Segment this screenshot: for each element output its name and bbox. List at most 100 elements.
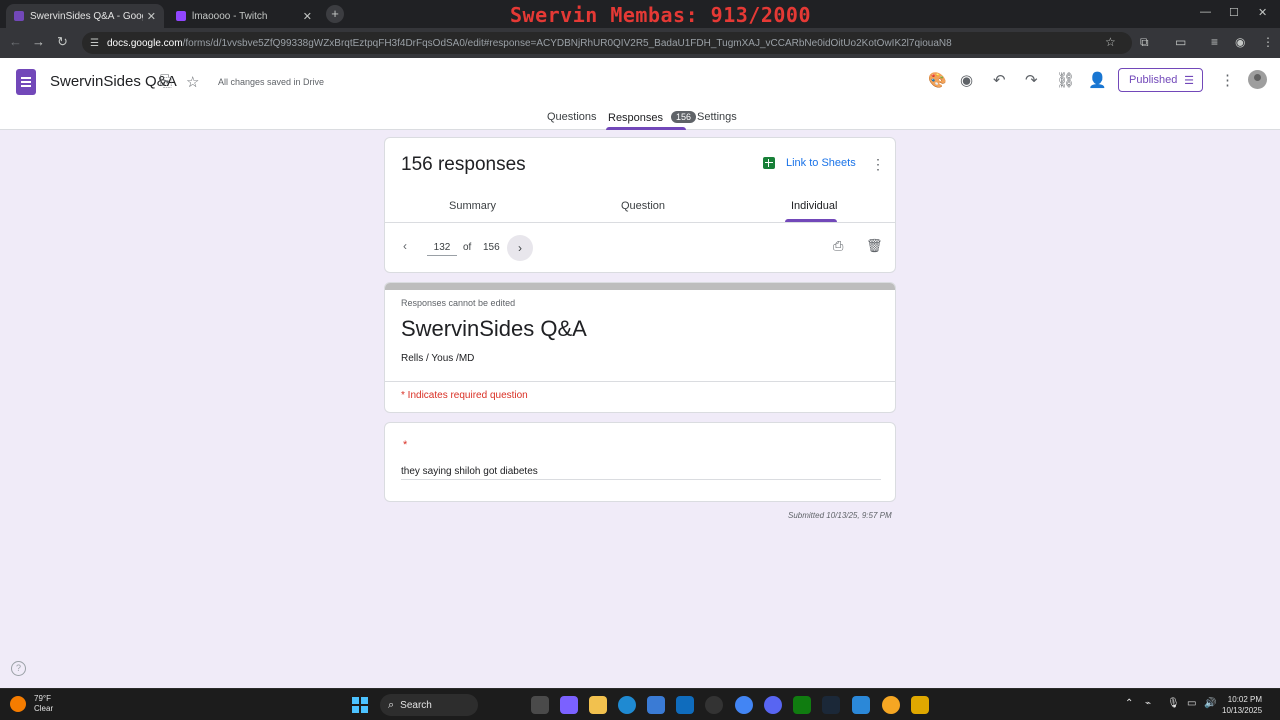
browser-toolbar: ← → ↻ ☰ docs.google.com/forms/d/1vvsbve5… (0, 28, 1280, 58)
responses-title: 156 responses (401, 154, 526, 175)
forward-icon[interactable]: → (32, 34, 45, 49)
divider (385, 222, 895, 223)
previous-response-icon[interactable]: ‹ (403, 239, 407, 253)
save-status: All changes saved in Drive (218, 77, 325, 87)
tab-questions[interactable]: Questions (547, 111, 597, 123)
tab-close-icon[interactable]: ✕ (303, 10, 312, 23)
delete-icon[interactable]: 🗑 (866, 238, 883, 254)
link-to-sheets-label: Link to Sheets (786, 157, 856, 169)
file-explorer-icon[interactable] (589, 696, 607, 714)
undo-icon[interactable]: ↶ (993, 71, 1006, 89)
steam-icon[interactable] (822, 696, 840, 714)
temperature: 79°F (34, 694, 51, 703)
document-title[interactable]: SwervinSides Q&A (50, 73, 177, 90)
edge-icon[interactable] (618, 696, 636, 714)
more-options-icon[interactable]: ⋮ (1220, 71, 1235, 89)
new-tab-button[interactable]: + (326, 5, 344, 23)
windows-start-icon[interactable] (352, 697, 368, 713)
search-label: Search (400, 699, 432, 711)
customize-theme-icon[interactable]: 🎨 (928, 71, 947, 89)
responses-more-icon[interactable]: ⋮ (871, 156, 885, 173)
tab-close-icon[interactable]: ✕ (147, 10, 156, 23)
responses-card: 156 responses Link to Sheets ⋮ Summary Q… (384, 137, 896, 273)
answer-text: they saying shiloh got diabetes (401, 466, 538, 477)
bookmark-star-icon[interactable]: ☆ (1105, 35, 1116, 49)
extensions-icon[interactable]: ⧉ (1140, 35, 1149, 50)
microphone-icon[interactable]: 🎙 (1167, 698, 1180, 709)
tab-responses[interactable]: Responses 156 (608, 111, 697, 124)
answer-underline (401, 479, 881, 480)
redo-icon[interactable]: ↷ (1025, 71, 1038, 89)
publish-settings-icon: ☰ (1184, 74, 1194, 87)
address-bar[interactable]: ☰ docs.google.com/forms/d/1vvsbve5ZfQ993… (82, 32, 1132, 54)
xbox-icon[interactable] (793, 696, 811, 714)
network-icon[interactable]: ⌁ (1145, 698, 1151, 709)
cast-icon[interactable]: ▭ (1175, 35, 1186, 49)
preview-eye-icon[interactable]: ◉ (960, 71, 973, 89)
media-icon[interactable]: ≡ (1211, 35, 1218, 49)
subtab-summary[interactable]: Summary (449, 200, 496, 212)
published-button[interactable]: Published ☰ (1118, 68, 1203, 92)
system-clock[interactable]: 10:02 PM 10/13/2025 (1222, 694, 1262, 716)
task-view-icon[interactable] (531, 696, 549, 714)
help-icon[interactable]: ? (11, 661, 26, 676)
back-icon[interactable]: ← (9, 34, 22, 49)
profile-icon[interactable]: ◉ (1235, 35, 1245, 49)
google-forms-logo-icon[interactable] (16, 69, 36, 95)
weather-widget[interactable]: 79°F Clear (10, 694, 53, 714)
subtab-individual[interactable]: Individual (791, 200, 837, 212)
display-icon[interactable]: ▭ (1187, 698, 1196, 709)
forms-header: SwervinSides Q&A ⎘ ☆ All changes saved i… (0, 58, 1280, 130)
tab-settings[interactable]: Settings (697, 111, 737, 123)
url-host: docs.google.com (106, 37, 183, 49)
tab-twitch[interactable]: lmaoooo - Twitch ✕ (168, 4, 320, 28)
tab-title: lmaoooo - Twitch (192, 10, 268, 22)
subtab-question[interactable]: Question (621, 200, 665, 212)
taskbar: 79°F Clear ⌕ Search ⌃ ⌁ 🎙 ▭ 🔊 10:02 PM 1… (0, 688, 1280, 720)
stream-overlay-text: Swervin Membas: 913/2000 (510, 3, 811, 27)
next-response-icon[interactable]: › (507, 235, 533, 261)
chat-app-icon[interactable] (882, 696, 900, 714)
taskbar-search[interactable]: ⌕ Search (380, 694, 478, 716)
maximize-icon[interactable]: ☐ (1229, 6, 1239, 19)
required-note: * Indicates required question (401, 390, 528, 401)
volume-icon[interactable]: 🔊 (1204, 698, 1216, 709)
divider (385, 381, 895, 382)
responses-count-badge: 156 (671, 111, 697, 123)
site-info-icon[interactable]: ☰ (90, 38, 99, 49)
chrome-icon[interactable] (735, 696, 753, 714)
not-editable-notice: Responses cannot be edited (401, 298, 516, 308)
add-collaborator-icon[interactable]: 👤 (1088, 71, 1107, 89)
published-label: Published (1129, 74, 1178, 86)
browser-menu-icon[interactable]: ⋮ (1262, 35, 1274, 49)
response-number-input[interactable]: 132 (427, 242, 457, 256)
browser-tab-strip: SwervinSides Q&A - Google Fo ✕ lmaoooo -… (0, 0, 1280, 28)
discord-icon[interactable] (764, 696, 782, 714)
github-icon[interactable] (705, 696, 723, 714)
link-to-sheets-button[interactable]: Link to Sheets (763, 157, 856, 169)
twitch-favicon-icon (176, 11, 186, 21)
avatar[interactable] (1248, 70, 1267, 89)
store-icon[interactable] (647, 696, 665, 714)
copilot-icon[interactable] (560, 696, 578, 714)
tab-title: SwervinSides Q&A - Google Fo (30, 10, 143, 22)
star-icon[interactable]: ☆ (186, 73, 199, 91)
minimize-icon[interactable]: — (1200, 6, 1211, 18)
show-hidden-icons-icon[interactable]: ⌃ (1125, 698, 1133, 709)
reload-icon[interactable]: ↻ (57, 34, 68, 50)
print-icon[interactable]: ⎙ (833, 238, 843, 254)
weather-condition: Clear (34, 704, 54, 713)
form-tabs: Questions Responses 156 Settings (0, 108, 1280, 130)
outlook-icon[interactable] (676, 696, 694, 714)
total-responses: 156 (483, 242, 500, 253)
submitted-timestamp: Submitted 10/13/25, 9:57 PM (788, 511, 892, 520)
copy-link-icon[interactable]: ⛓ (1056, 71, 1075, 89)
tab-forms[interactable]: SwervinSides Q&A - Google Fo ✕ (6, 4, 164, 28)
app-icon[interactable] (911, 696, 929, 714)
sheets-icon (763, 157, 775, 169)
form-description: Rells / Yous /MD (401, 353, 475, 364)
move-to-folder-icon[interactable]: ⎘ (160, 73, 172, 90)
notepad-icon[interactable] (852, 696, 870, 714)
close-window-icon[interactable]: ✕ (1258, 6, 1267, 19)
clock-time: 10:02 PM (1227, 695, 1263, 704)
